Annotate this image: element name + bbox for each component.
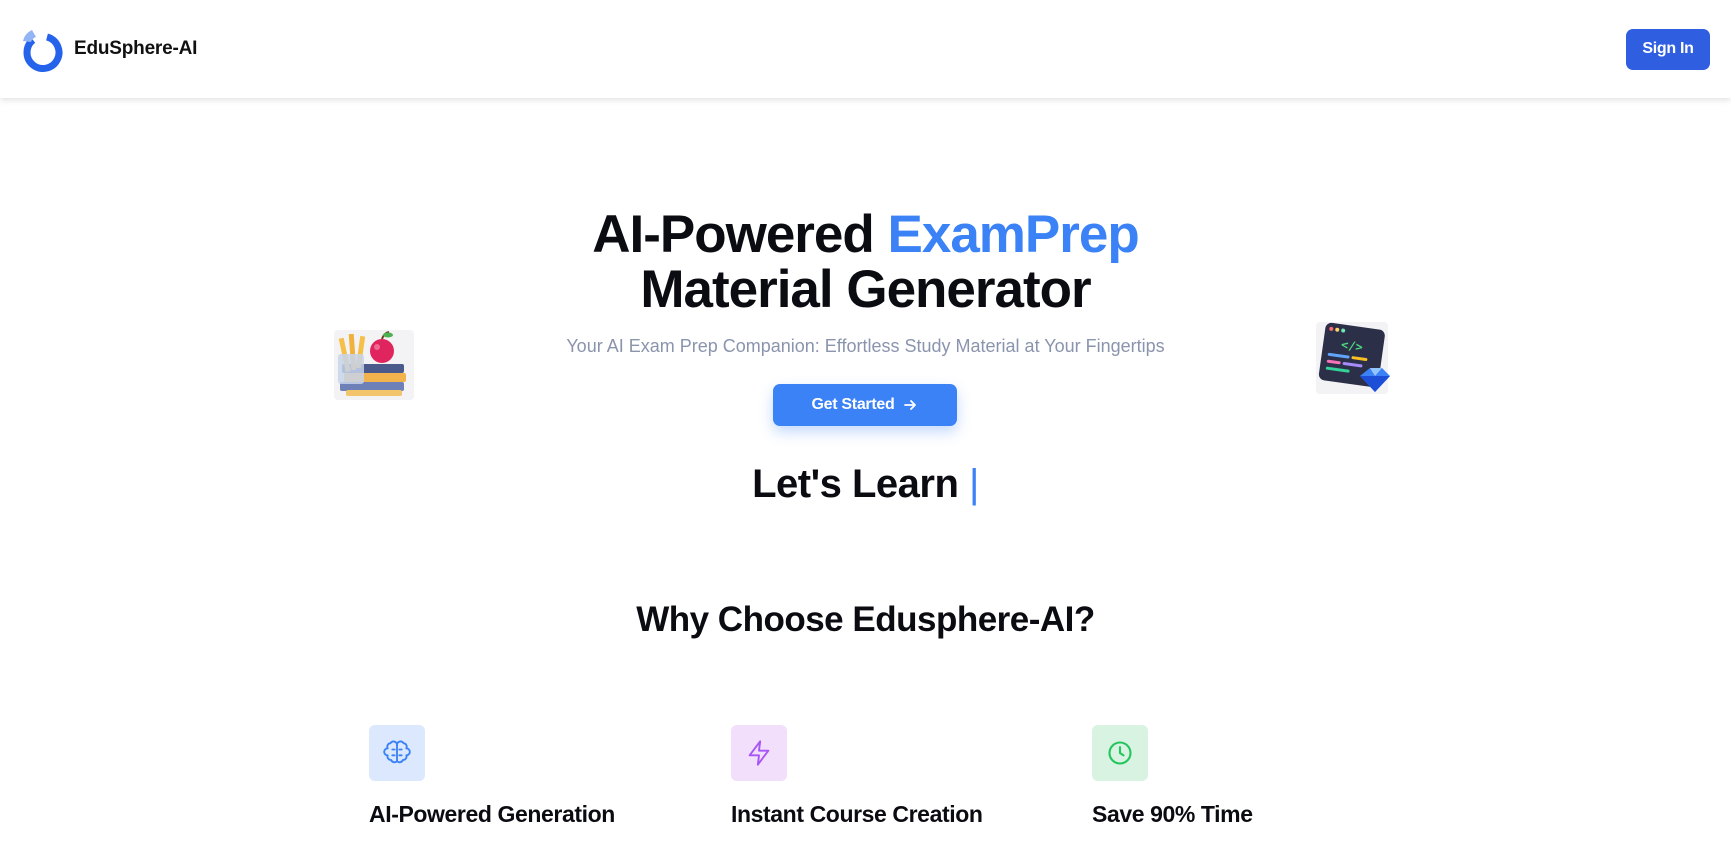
sign-in-button[interactable]: Sign In [1626, 28, 1710, 70]
feature-label: AI-Powered Generation [369, 801, 615, 827]
feature-instant-course-creation: Instant Course Creation [731, 725, 983, 827]
hero-title-part2: Material Generator [640, 260, 1091, 319]
feature-save-time: Save 90% Time [1092, 725, 1253, 827]
feature-ai-powered-generation: AI-Powered Generation [369, 725, 615, 827]
brand-name: EduSphere-AI [74, 38, 198, 59]
brand[interactable]: EduSphere-AI [20, 26, 197, 72]
hero-title-part1: AI-Powered [592, 205, 888, 264]
logo-icon [23, 30, 63, 72]
feature-icon-box [1092, 725, 1148, 781]
why-choose-heading: Why Choose Edusphere-AI? [636, 600, 1095, 639]
hero-title: AI-Powered ExamPrep Material Generator [0, 207, 1731, 317]
get-started-button[interactable]: Get Started [773, 384, 957, 426]
top-navbar: EduSphere-AI Sign In [0, 0, 1731, 98]
typewriter-cursor: | [969, 462, 979, 506]
clock-icon [1108, 741, 1132, 765]
typewriter-phrase: Let's Learn [752, 462, 970, 506]
hero-title-accent: ExamPrep [887, 205, 1140, 264]
code-editor-gem-illustration: </> [1316, 322, 1390, 394]
lightning-icon [748, 740, 770, 766]
feature-label: Instant Course Creation [731, 801, 983, 827]
feature-icon-box [369, 725, 425, 781]
typewriter-text: Let's Learn | [0, 462, 1731, 507]
hero-subtitle: Your AI Exam Prep Companion: Effortless … [566, 336, 1165, 356]
brain-icon [383, 740, 411, 764]
feature-icon-box [731, 725, 787, 781]
arrow-right-icon [904, 400, 917, 410]
feature-label: Save 90% Time [1092, 801, 1253, 827]
get-started-label: Get Started [811, 396, 895, 413]
